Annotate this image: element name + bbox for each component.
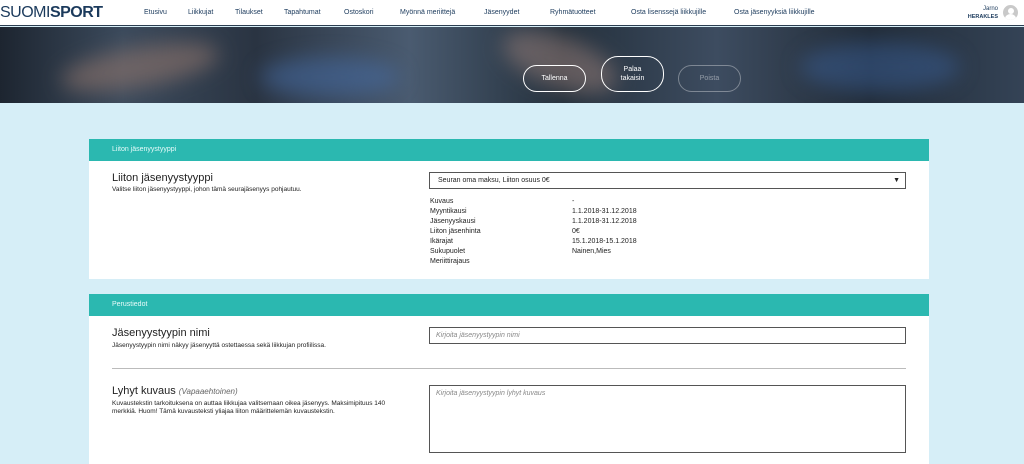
basic-info-card: Perustiedot Jäsenyystyypin nimi Jäsenyys… [89, 294, 929, 464]
detail-value: 1.1.2018-31.12.2018 [572, 208, 637, 215]
membership-type-select[interactable]: Seuran oma maksu, Liiton osuus 0€ ▼ [429, 172, 906, 189]
short-description-label: Lyhyt kuvaus (Vapaaehtoinen) [112, 385, 238, 397]
name-field-label: Jäsenyystyypin nimi [112, 327, 210, 339]
user-club: HERAKLES [967, 14, 998, 20]
nav-item-osta-lisensseja[interactable]: Osta lisenssejä liikkujille [631, 9, 706, 16]
section-header: Perustiedot [89, 294, 929, 316]
detail-value: Nainen,Mies [572, 248, 611, 255]
field-description: Valitse liiton jäsenyystyyppi, johon täm… [112, 186, 302, 193]
back-button[interactable]: Palaa takaisin [601, 56, 664, 92]
nav-item-ryhmatuotteet[interactable]: Ryhmätuotteet [550, 9, 596, 16]
federation-membership-card: Liiton jäsenyystyyppi Liiton jäsenyystyy… [89, 139, 929, 279]
short-description-textarea[interactable]: Kirjoita jäsenyystyypin lyhyt kuvaus [429, 385, 906, 453]
name-field-description: Jäsenyystyypin nimi näkyy jäsenyyttä ost… [112, 342, 326, 349]
select-value: Seuran oma maksu, Liiton osuus 0€ [438, 177, 550, 184]
detail-key: Sukupuolet [430, 248, 466, 255]
nav-item-tapahtumat[interactable]: Tapahtumat [284, 9, 321, 16]
section-header: Liiton jäsenyystyyppi [89, 139, 929, 161]
divider [112, 368, 906, 369]
short-description-help: Kuvaustekstin tarkoituksena on auttaa li… [112, 400, 386, 415]
user-menu[interactable]: Jarno HERAKLES [968, 5, 998, 21]
detail-key: Kuvaus [430, 198, 454, 205]
field-label: Liiton jäsenyystyyppi [112, 172, 213, 184]
detail-value: - [572, 198, 575, 205]
hero-background-image [57, 33, 223, 101]
nav-item-tilaukset[interactable]: Tilaukset [235, 9, 263, 16]
nav-item-liikkujat[interactable]: Liikkujat [188, 9, 213, 16]
optional-hint: (Vapaaehtoinen) [178, 387, 238, 396]
nav-item-jasenyydet[interactable]: Jäsenyydet [484, 9, 519, 16]
detail-key: Myyntikausi [430, 208, 467, 215]
detail-value: 1.1.2018-31.12.2018 [572, 218, 637, 225]
detail-key: Meriittirajaus [430, 258, 470, 265]
detail-value: 0€ [572, 228, 580, 235]
membership-name-input[interactable]: Kirjoita jäsenyystyypin nimi [429, 327, 906, 344]
hero-banner: Tallenna Palaa takaisin Poista [0, 27, 1024, 103]
save-button[interactable]: Tallenna [523, 65, 586, 92]
avatar-icon[interactable] [1003, 5, 1018, 20]
top-navigation-bar: SUOMISPORT Etusivu Liikkujat Tilaukset T… [0, 0, 1024, 26]
nav-item-etusivu[interactable]: Etusivu [144, 9, 167, 16]
detail-key: Jäsenyyskausi [430, 218, 476, 225]
nav-item-myonna-meriitteja[interactable]: Myönnä meriittejä [400, 9, 455, 16]
detail-value: 15.1.2018-15.1.2018 [572, 238, 637, 245]
chevron-down-icon: ▼ [893, 177, 900, 184]
user-name: Jarno [982, 6, 998, 12]
nav-item-ostoskori[interactable]: Ostoskori [344, 9, 374, 16]
delete-button[interactable]: Poista [678, 65, 741, 92]
detail-key: Liiton jäsenhinta [430, 228, 481, 235]
detail-key: Ikärajat [430, 238, 453, 245]
nav-item-osta-jasenyyksia[interactable]: Osta jäsenyyksiä liikkujille [734, 9, 815, 16]
suomisport-logo[interactable]: SUOMISPORT [0, 4, 103, 22]
